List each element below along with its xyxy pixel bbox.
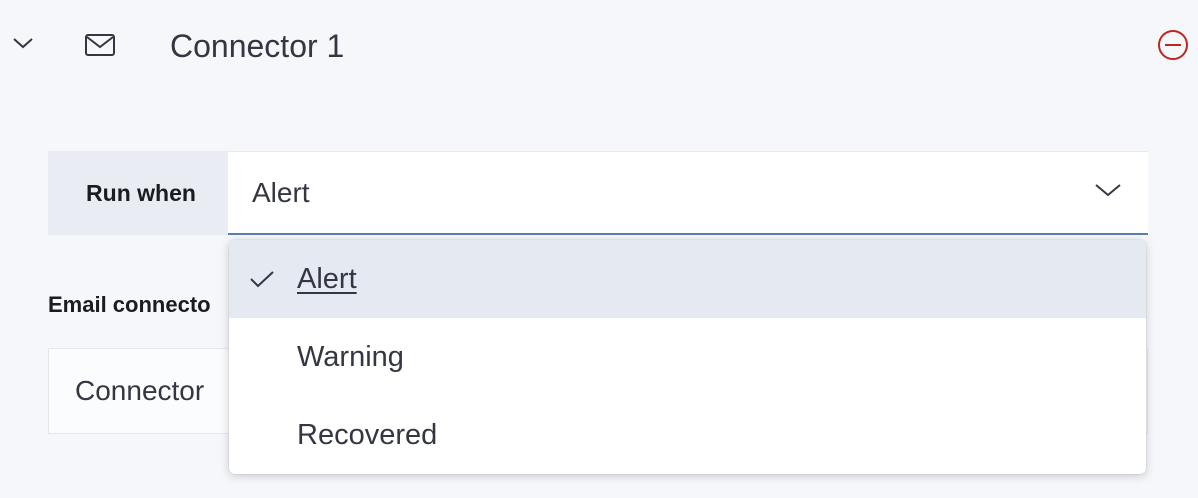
dropdown-option-recovered[interactable]: Recovered: [229, 396, 1146, 474]
chevron-down-icon: [12, 36, 34, 55]
run-when-select[interactable]: Alert: [228, 151, 1148, 235]
connector-header: Connector 1: [0, 0, 1198, 96]
run-when-row: Run when Alert: [48, 151, 1148, 235]
dropdown-option-alert[interactable]: Alert: [229, 240, 1146, 318]
dropdown-option-label: Alert: [297, 262, 357, 295]
check-icon: [247, 264, 277, 294]
dropdown-option-label: Warning: [297, 340, 404, 373]
chevron-down-icon: [1094, 182, 1122, 203]
collapse-toggle-button[interactable]: [8, 30, 38, 60]
minus-circle-icon: [1157, 29, 1189, 66]
dropdown-option-label: Recovered: [297, 418, 438, 451]
email-connector-label: Email connecto: [48, 292, 211, 317]
run-when-dropdown: Alert Warning Recovered: [229, 240, 1146, 474]
run-when-selected-value: Alert: [252, 176, 310, 208]
dropdown-option-warning[interactable]: Warning: [229, 318, 1146, 396]
envelope-icon: [82, 30, 118, 60]
email-connector-value: Connector: [75, 375, 205, 406]
run-when-label: Run when: [48, 151, 228, 235]
connector-title: Connector 1: [170, 28, 345, 64]
connector-panel: Connector 1 Run when Alert Email connect…: [0, 0, 1198, 498]
remove-connector-button[interactable]: [1156, 29, 1190, 66]
